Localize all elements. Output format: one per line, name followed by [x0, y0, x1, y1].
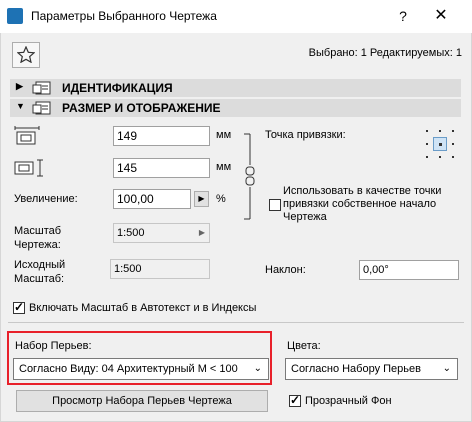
window-title: Параметры Выбранного Чертежа	[31, 9, 217, 23]
star-icon	[17, 46, 35, 63]
panel-identification[interactable]: ▶ ИДЕНТИФИКАЦИЯ	[10, 79, 461, 97]
colors-label: Цвета:	[287, 340, 321, 352]
height-icon	[14, 159, 43, 177]
drawing-scale-label: Масштаб Чертежа:	[14, 225, 62, 251]
width-input[interactable]: 149	[113, 126, 210, 146]
dropdown-arrow-icon: ▶	[198, 228, 205, 237]
transparent-bg-checkbox[interactable]	[289, 393, 301, 407]
proportion-lock-chain-icon[interactable]	[242, 133, 256, 221]
autotext-label: Включать Масштаб в Автотекст и в Индексы	[29, 302, 257, 314]
close-button[interactable]: ✕	[430, 6, 452, 26]
panel-size-display[interactable]: ▼ РАЗМЕР И ОТОБРАЖЕНИЕ	[10, 99, 461, 117]
selection-info: Выбрано: 1 Редактируемых: 1	[308, 47, 462, 59]
id-panel-icon	[32, 81, 51, 95]
zoom-input[interactable]: 100,00	[113, 189, 191, 209]
size-panel-icon	[32, 101, 51, 115]
section-divider	[8, 322, 464, 323]
width-unit: мм	[216, 129, 232, 141]
zoom-arrow-button[interactable]: ▶	[194, 191, 209, 207]
chevron-down-icon: ⌄	[253, 363, 262, 374]
drawing-scale-value: 1:500	[117, 227, 145, 239]
height-input[interactable]: 145	[113, 158, 210, 178]
anchor-point-grid[interactable]	[426, 130, 454, 158]
panel-identification-label: ИДЕНТИФИКАЦИЯ	[62, 81, 173, 95]
expand-arrow-icon: ▶	[16, 81, 23, 91]
collapse-arrow-icon: ▼	[16, 101, 25, 111]
preview-pen-set-button[interactable]: Просмотр Набора Перьев Чертежа	[16, 390, 268, 412]
use-origin-label: Использовать в качестве точки привязки с…	[283, 185, 442, 223]
pen-set-select[interactable]: Согласно Виду: 04 Архитектурный М < 100 …	[13, 358, 269, 380]
chevron-down-icon: ⌄	[442, 363, 451, 374]
pen-set-value: Согласно Виду: 04 Архитектурный М < 100	[19, 363, 238, 375]
favorites-button[interactable]	[12, 42, 40, 68]
zoom-label: Увеличение:	[14, 193, 78, 205]
width-icon	[14, 126, 40, 145]
archicad-app-icon	[7, 8, 23, 24]
transparent-bg-label: Прозрачный Фон	[305, 395, 392, 407]
tilt-label: Наклон:	[265, 264, 306, 276]
anchor-label: Точка привязки:	[265, 129, 346, 141]
colors-select[interactable]: Согласно Набору Перьев ⌄	[285, 358, 458, 380]
colors-value: Согласно Набору Перьев	[291, 363, 421, 375]
help-button[interactable]: ?	[392, 6, 414, 26]
drawing-scale-select[interactable]: 1:500 ▶	[113, 223, 210, 243]
pen-set-label: Набор Перьев:	[15, 340, 92, 352]
source-scale-label: Исходный Масштаб:	[14, 259, 66, 285]
zoom-unit: %	[216, 193, 226, 205]
tilt-input[interactable]: 0,00°	[359, 260, 459, 280]
use-origin-checkbox[interactable]	[269, 199, 281, 211]
panel-size-display-label: РАЗМЕР И ОТОБРАЖЕНИЕ	[62, 101, 221, 115]
autotext-checkbox[interactable]	[13, 300, 25, 314]
source-scale-field: 1:500	[110, 259, 210, 279]
height-unit: мм	[216, 161, 232, 173]
